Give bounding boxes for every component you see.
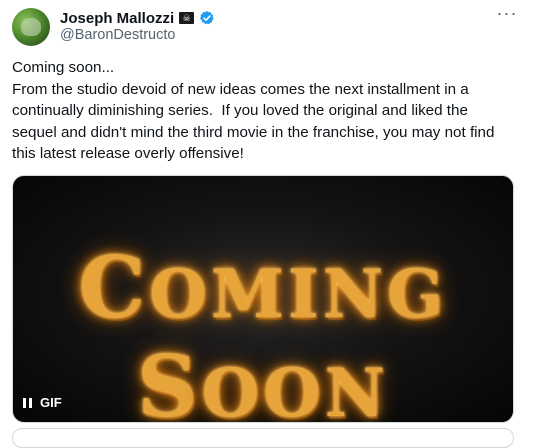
tweet-line: Coming soon... [12, 59, 115, 76]
author-name[interactable]: Joseph Mallozzi [60, 10, 174, 27]
verified-badge-icon [200, 11, 214, 25]
tweet-line: this latest release overly offensive! [12, 145, 244, 162]
tweet-line: From the studio devoid of new ideas come… [12, 80, 469, 98]
gif-label: GIF [40, 395, 62, 410]
gif-media[interactable]: COMING SOON GIF [12, 175, 514, 423]
marquee-word: OMING [149, 255, 448, 333]
more-horizontal-icon[interactable]: ··· [494, 4, 520, 24]
pirate-flag-icon: ☠ [179, 12, 195, 24]
tweet-text: Coming soon... From the studio devoid of… [12, 57, 522, 165]
marquee-word: OON [201, 354, 389, 423]
marquee-letter: C [78, 238, 150, 337]
tweet-line: sequel and didn't mind the third movie i… [12, 123, 495, 141]
pause-icon[interactable] [23, 397, 32, 408]
author-handle[interactable]: @BaronDestructo [60, 27, 175, 43]
avatar[interactable] [12, 8, 50, 46]
next-card-edge [12, 428, 514, 448]
coming-soon-marquee: COMING SOON [13, 238, 513, 423]
gif-controls[interactable]: GIF [23, 395, 62, 410]
tweet-line: continually diminishing series. If you l… [12, 102, 468, 119]
author-row: Joseph Mallozzi ☠ [60, 8, 215, 28]
marquee-letter: S [137, 337, 202, 423]
